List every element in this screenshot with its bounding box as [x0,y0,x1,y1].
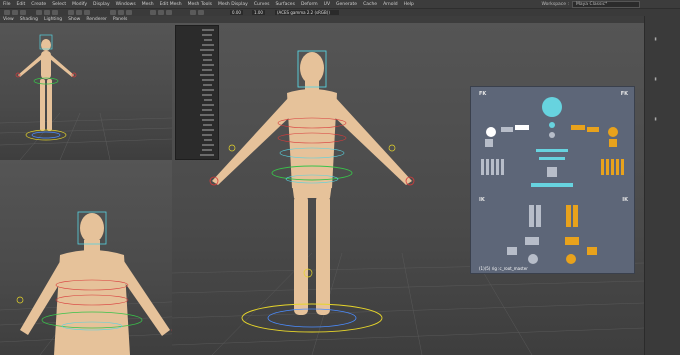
side-tab-icon-2[interactable]: ▮ [653,76,658,81]
exposure-field[interactable]: 0.00 [230,10,243,15]
wireframe-icon[interactable] [150,10,156,15]
menu-file[interactable]: File [0,2,14,7]
menu-display[interactable]: Display [90,2,113,7]
menu-curves[interactable]: Curves [251,2,273,7]
color-space-select[interactable]: (ACES gamma 2.2 (sRGB)) [275,10,339,15]
viewport-top-left[interactable] [0,23,172,160]
viewport-top-left-scene [0,34,172,160]
right-side-tabs[interactable]: ▮ ▮ ▮ [644,16,680,355]
menu-edit-mesh[interactable]: Edit Mesh [157,2,185,7]
save-scene-icon[interactable] [20,10,26,15]
side-tab-icon-3[interactable]: ▮ [653,116,658,121]
isolate-select-icon[interactable] [190,10,196,15]
lasso-tool-icon[interactable] [44,10,50,15]
new-scene-icon[interactable] [4,10,10,15]
panel-menu-bar: View Shading Lighting Show Renderer Pane… [0,16,680,23]
panel-menu-renderer[interactable]: Renderer [83,17,110,22]
snap-curve-icon[interactable] [76,10,82,15]
menu-modify[interactable]: Modify [69,2,90,7]
panel-menu-shading[interactable]: Shading [17,17,41,22]
menu-windows[interactable]: Windows [113,2,139,7]
channel-box-panel[interactable] [175,25,219,160]
picker-head-control [542,97,562,117]
panel-menu-show[interactable]: Show [65,17,83,22]
open-scene-icon[interactable] [12,10,18,15]
menu-mesh-display[interactable]: Mesh Display [215,2,251,7]
select-tool-icon[interactable] [36,10,42,15]
menu-arnold[interactable]: Arnold [380,2,401,7]
snap-point-icon[interactable] [84,10,90,15]
channel-box-rows [200,29,214,156]
menu-edit[interactable]: Edit [14,2,29,7]
paint-tool-icon[interactable] [52,10,58,15]
panel-menu-lighting[interactable]: Lighting [41,17,65,22]
character-figure-main [209,50,415,333]
workspace-selector[interactable]: Workspace : Maya Classic* [541,1,640,8]
side-tab-icon-1[interactable]: ▮ [653,36,658,41]
menu-mesh-tools[interactable]: Mesh Tools [185,2,215,7]
image-plane-icon[interactable] [126,10,132,15]
menu-bar: File Edit Create Select Modify Display W… [0,0,680,8]
gamma-field[interactable]: 1.00 [252,10,265,15]
menu-deform[interactable]: Deform [298,2,321,7]
bookmark-icon[interactable] [118,10,124,15]
menu-mesh[interactable]: Mesh [139,2,157,7]
picker-controls [481,97,624,264]
menu-select[interactable]: Select [49,2,69,7]
camera-attributes-icon[interactable] [110,10,116,15]
menu-help[interactable]: Help [401,2,417,7]
menu-cache[interactable]: Cache [360,2,380,7]
snap-grid-icon[interactable] [68,10,74,15]
menu-uv[interactable]: UV [321,2,333,7]
character-figure-small [15,34,77,141]
picker-status-text: (1)(5) rig :c_root_master [479,266,528,271]
menu-create[interactable]: Create [28,2,49,7]
menu-surfaces[interactable]: Surfaces [272,2,298,7]
character-figure-closeup [16,211,179,355]
smooth-shade-icon[interactable] [158,10,164,15]
workspace-value[interactable]: Maya Classic* [572,1,640,8]
workspace-label: Workspace : [541,2,569,7]
xray-icon[interactable] [198,10,204,15]
rig-picker-panel[interactable]: FK FK IK IK (1)(5) rig :c_root_master [470,86,635,274]
panel-menu-view[interactable]: View [0,17,17,22]
menu-generate[interactable]: Generate [333,2,360,7]
textured-icon[interactable] [166,10,172,15]
panel-menu-panels[interactable]: Panels [110,17,130,22]
